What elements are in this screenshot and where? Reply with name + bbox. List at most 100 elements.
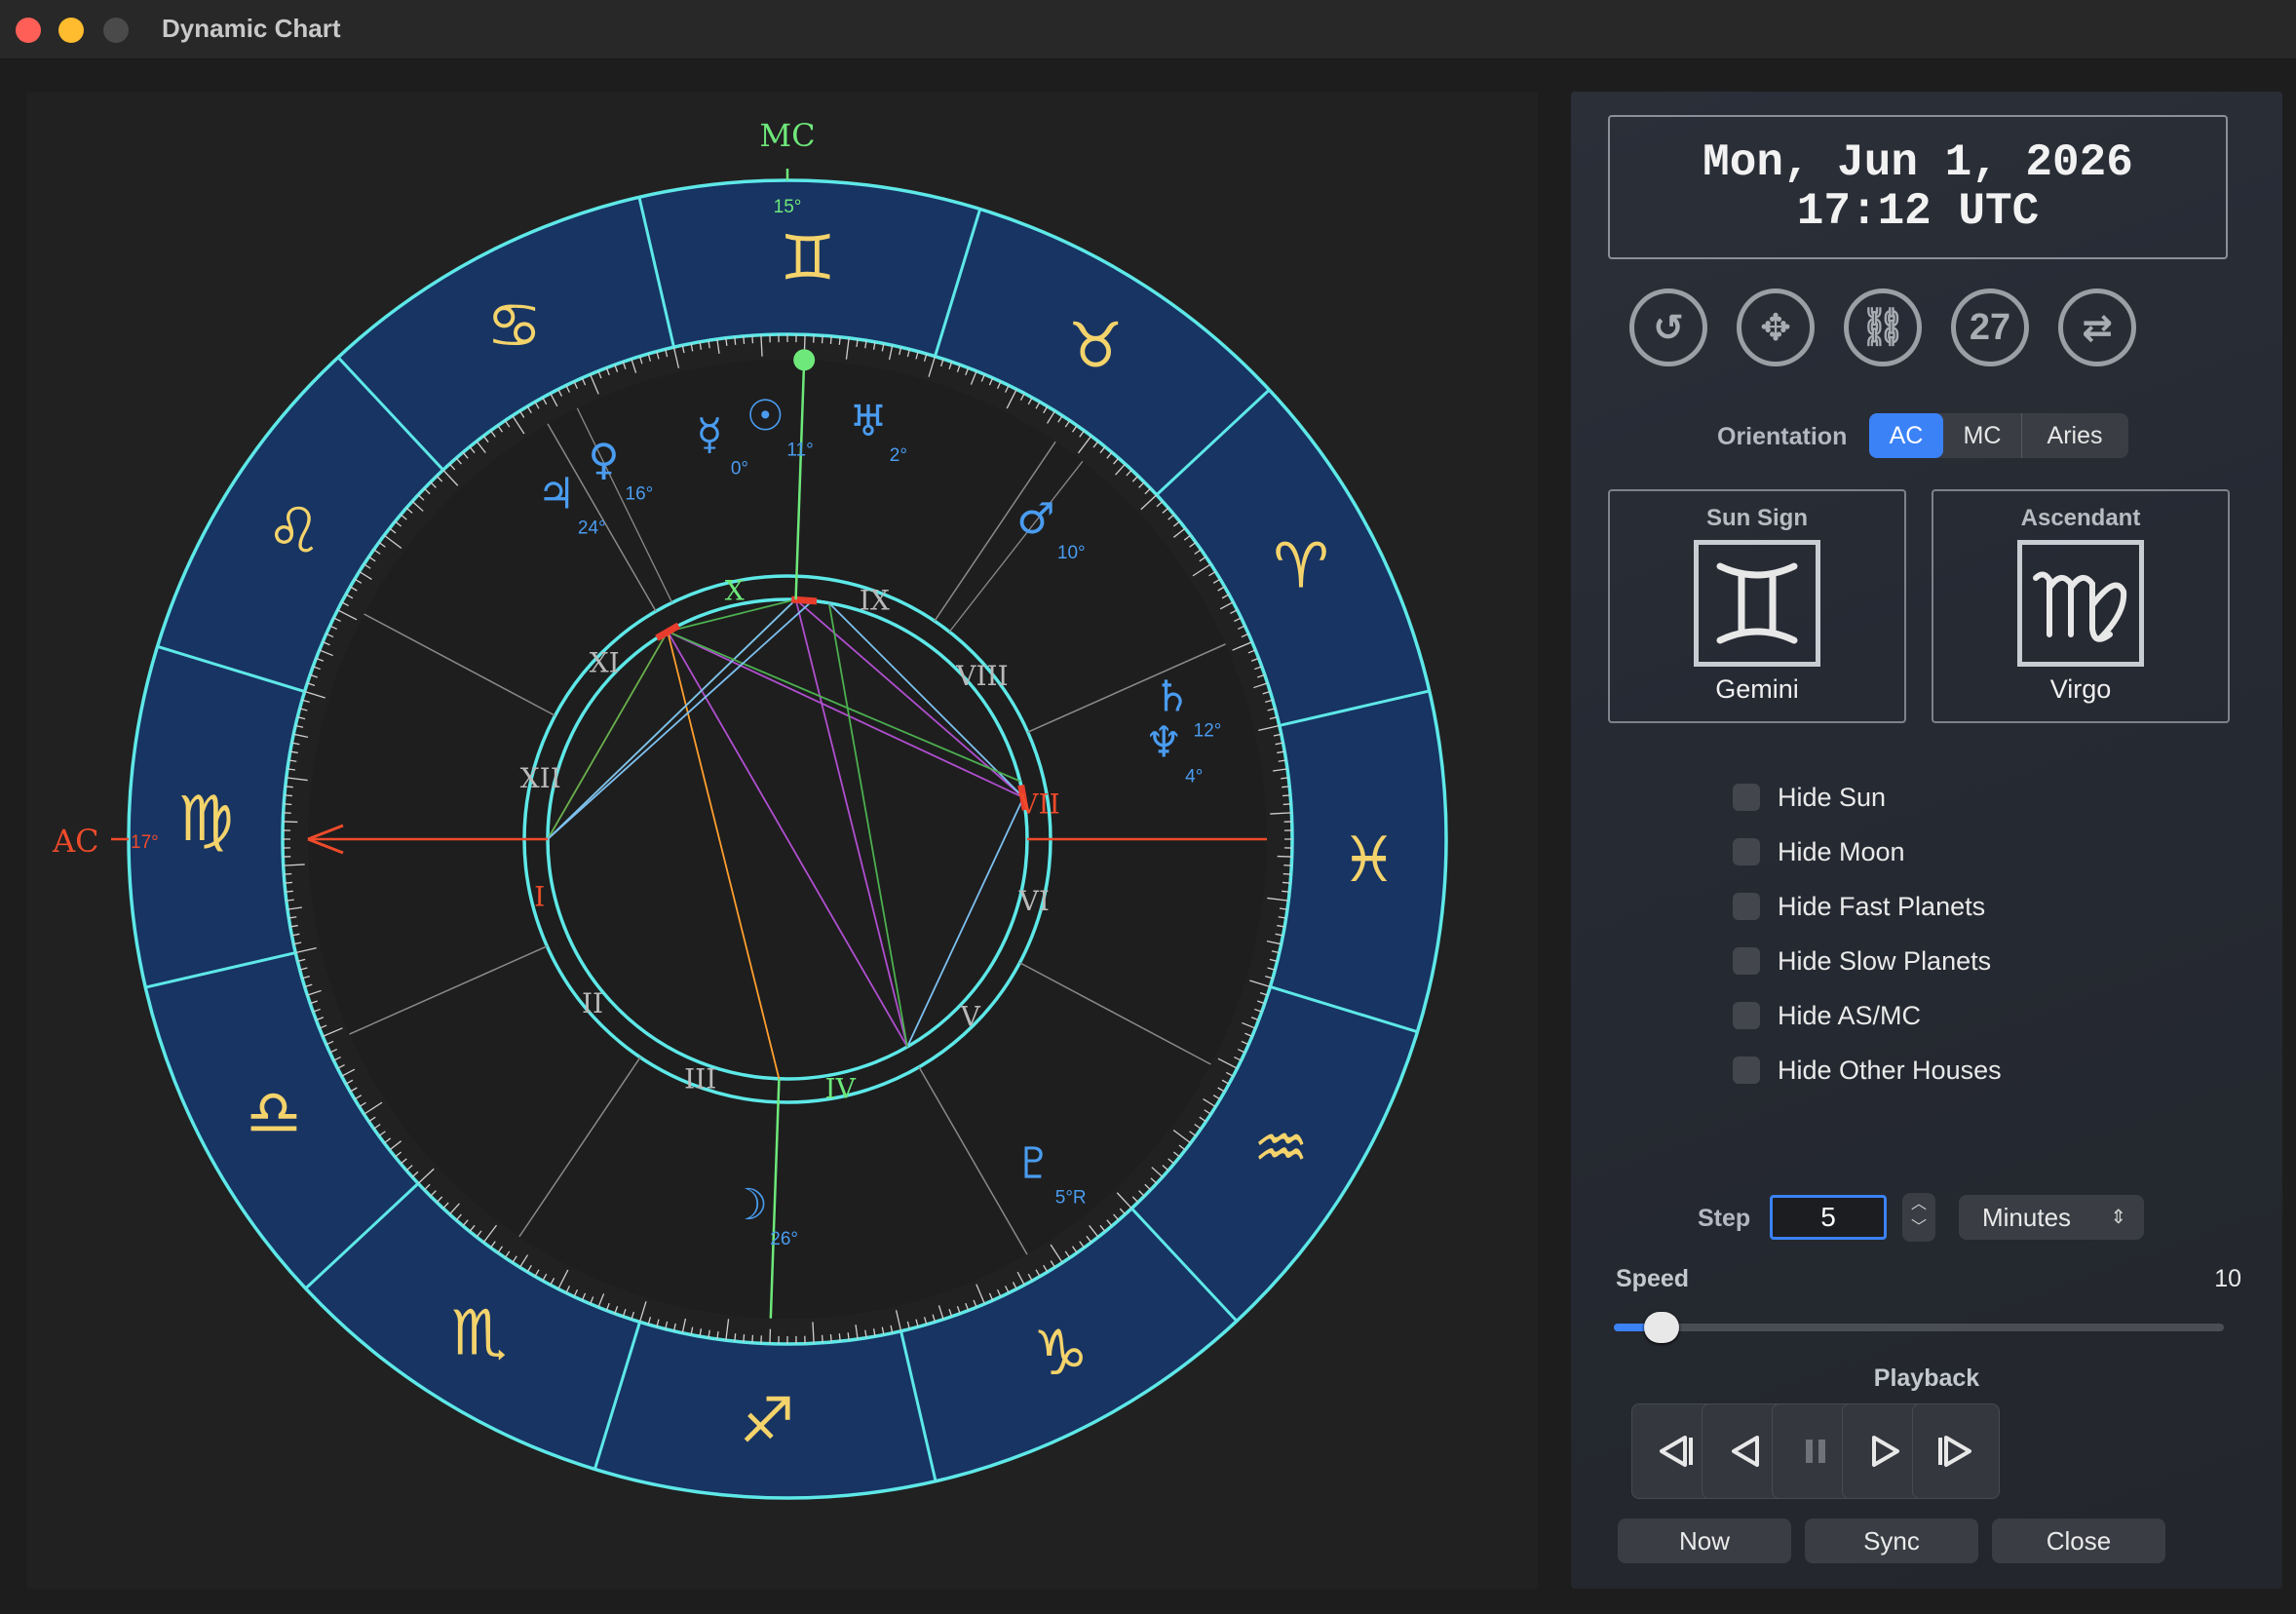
sync-button[interactable]: ⇄ xyxy=(2058,288,2136,366)
chevron-down-icon[interactable]: ﹀ xyxy=(1902,1216,1935,1240)
degree-tick xyxy=(597,1293,605,1308)
play-icon xyxy=(1872,1436,1899,1467)
link-button[interactable]: ⛓ xyxy=(1844,288,1922,366)
degree-tick xyxy=(1217,586,1225,592)
degree-tick xyxy=(1194,549,1202,556)
checkbox[interactable] xyxy=(1733,838,1760,865)
minimize-window-button[interactable] xyxy=(58,18,84,43)
uranus-icon[interactable]: ♅ xyxy=(849,397,887,446)
natal-chart-wheel[interactable]: ♊♉♈♓♒♑♐♏♎♍♌♋ IIIIII IVVVIVIIVIIIIXXXIXII … xyxy=(27,92,1538,1589)
checkbox-row[interactable]: Hide Slow Planets xyxy=(1733,943,1991,979)
close-button[interactable]: Close xyxy=(1992,1518,2165,1563)
step-forward-icon xyxy=(1938,1436,1971,1467)
degree-tick xyxy=(1208,570,1216,577)
degree-tick xyxy=(1282,786,1290,788)
checkbox[interactable] xyxy=(1733,947,1760,975)
degree-tick xyxy=(1249,980,1271,988)
speed-slider-knob[interactable] xyxy=(1644,1312,1680,1343)
degree-tick xyxy=(1221,1079,1230,1085)
midheaven-marker[interactable] xyxy=(793,349,816,371)
mercury-icon[interactable]: ☿ xyxy=(696,410,722,460)
degree-tick xyxy=(1156,500,1164,508)
degree-tick xyxy=(497,425,504,433)
orientation-label: Orientation xyxy=(1717,423,1848,450)
step-stepper[interactable]: ︿ ﹀ xyxy=(1902,1193,1935,1242)
now-button[interactable]: Now xyxy=(1618,1518,1791,1563)
sync-icon: ⇄ xyxy=(2082,307,2113,349)
jupiter-icon[interactable]: ♃ xyxy=(537,469,575,519)
house-label: II xyxy=(582,987,603,1019)
degree-tick xyxy=(1217,1087,1225,1093)
checkbox-label: Hide AS/MC xyxy=(1778,1000,1922,1030)
mars-icon[interactable]: ♂ xyxy=(1016,494,1054,544)
step-forward-button[interactable] xyxy=(1912,1403,2000,1499)
degree-tick xyxy=(970,370,977,385)
taurus-sign-icon: ♉ xyxy=(1068,311,1124,383)
degree-tick xyxy=(383,534,402,550)
checkbox-row[interactable]: Hide Moon xyxy=(1733,834,1905,869)
degree-tick xyxy=(423,487,431,495)
degree-tick xyxy=(1131,1196,1139,1204)
sun-icon[interactable]: ☉ xyxy=(746,392,784,442)
reset-button[interactable]: ↺ xyxy=(1629,288,1707,366)
degree-tick xyxy=(389,1140,402,1151)
degree-tick xyxy=(1077,435,1092,454)
sun-sign-name: Gemini xyxy=(1715,674,1799,704)
degree-tick xyxy=(1282,881,1291,884)
degree-tick xyxy=(1194,1123,1202,1130)
checkbox[interactable] xyxy=(1733,1002,1760,1029)
checkbox-row[interactable]: Hide Fast Planets xyxy=(1733,889,1985,924)
degree-tick xyxy=(1050,1260,1056,1268)
pisces-sign-icon: ♓ xyxy=(1341,825,1397,897)
orientation-ac-option[interactable]: AC xyxy=(1869,413,1943,458)
step-unit-select[interactable]: Minutes ⇕ xyxy=(1959,1195,2144,1240)
degree-tick xyxy=(1162,507,1169,514)
degree-tick xyxy=(1183,534,1192,541)
close-window-button[interactable] xyxy=(16,18,41,43)
degree-tick xyxy=(590,373,599,395)
degree-tick xyxy=(1282,803,1291,806)
degree-tick xyxy=(482,1224,498,1244)
degree-tick xyxy=(286,777,308,782)
scorpio-sign-icon: ♏ xyxy=(451,1297,507,1369)
saturn-icon[interactable]: ♄ xyxy=(1153,672,1191,721)
checkbox-row[interactable]: Hide Sun xyxy=(1733,780,1886,815)
degree-tick xyxy=(462,451,469,459)
degree-tick xyxy=(476,441,486,454)
move-button[interactable]: ✥ xyxy=(1737,288,1815,366)
checkbox-row[interactable]: Hide AS/MC xyxy=(1733,998,1921,1033)
checkbox[interactable] xyxy=(1733,1057,1760,1084)
checkbox-row[interactable]: Hide Other Houses xyxy=(1733,1053,2002,1088)
degree-tick xyxy=(838,336,841,345)
degree-tick xyxy=(928,356,937,377)
degree-tick xyxy=(482,435,489,443)
moon-icon[interactable]: ☽ xyxy=(730,1180,768,1230)
checkbox[interactable] xyxy=(1733,784,1760,811)
sync-button[interactable]: Sync xyxy=(1805,1518,1978,1563)
house-label: I xyxy=(534,881,545,913)
speed-value: 10 xyxy=(2214,1265,2241,1292)
degree-tick xyxy=(725,1319,730,1341)
chevron-up-icon[interactable]: ︿ xyxy=(1902,1193,1935,1216)
degree-tick xyxy=(1144,487,1152,495)
degree-tick xyxy=(283,821,298,824)
orientation-aries-option[interactable]: Aries xyxy=(2022,413,2127,458)
degree-tick xyxy=(1140,494,1158,511)
zoom-window-button[interactable] xyxy=(103,18,129,43)
calendar-day-button[interactable]: 27 xyxy=(1951,288,2029,366)
degree-tick xyxy=(1242,1021,1256,1029)
neptune-icon[interactable]: ♆ xyxy=(1144,718,1182,768)
orientation-mc-option[interactable]: MC xyxy=(1943,413,2022,458)
degree-tick xyxy=(1064,420,1071,428)
degree-tick xyxy=(1230,609,1238,615)
degree-tick xyxy=(1178,1144,1186,1151)
checkbox[interactable] xyxy=(1733,893,1760,920)
step-input[interactable]: 5 xyxy=(1770,1195,1887,1240)
ascendant-degree: 17° xyxy=(131,832,159,853)
pluto-icon[interactable]: ♇ xyxy=(1014,1138,1052,1188)
updown-chevron-icon: ⇕ xyxy=(2110,1207,2126,1228)
degree-tick xyxy=(1046,410,1056,424)
degree-tick xyxy=(1144,1183,1152,1191)
venus-icon[interactable]: ♀ xyxy=(588,436,619,485)
speed-slider[interactable] xyxy=(1614,1312,2224,1343)
